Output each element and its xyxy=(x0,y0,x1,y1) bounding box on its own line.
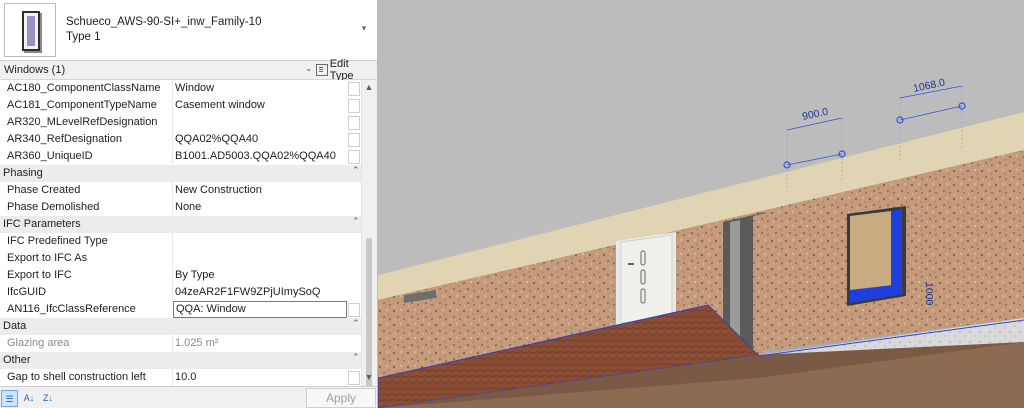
property-checkbox[interactable] xyxy=(348,371,360,385)
model-view[interactable]: 900.0 1068.0 1000 xyxy=(378,0,1024,408)
type-name: Type 1 xyxy=(66,31,101,43)
type-selector[interactable]: Schueco_AWS-90-SI+_inw_Family-10 Type 1 … xyxy=(0,0,377,61)
property-name: Phase Created xyxy=(7,184,81,196)
group-label: IFC Parameters xyxy=(3,218,81,230)
entrance-door[interactable] xyxy=(620,234,673,324)
property-value[interactable]: None xyxy=(175,201,201,213)
property-row[interactable]: Export to IFC By Type xyxy=(0,267,361,285)
property-row[interactable]: AR320_MLevelRefDesignation xyxy=(0,114,361,132)
property-value[interactable]: B1001.AD5003.QQA02%QQA40 xyxy=(175,150,336,162)
scrollbar-thumb[interactable] xyxy=(366,238,372,388)
group-data[interactable]: Data ⌃ xyxy=(0,318,361,336)
property-value[interactable]: 10.0 xyxy=(175,371,196,383)
property-name: Export to IFC As xyxy=(7,252,88,264)
collapse-icon[interactable]: ⌃ xyxy=(352,216,360,227)
property-checkbox[interactable] xyxy=(348,116,360,130)
property-row[interactable]: Glazing area 1.025 m² xyxy=(0,335,361,353)
scroll-down-icon[interactable]: ▼ xyxy=(364,372,374,382)
wall-pier xyxy=(753,213,766,360)
property-name: Gap to shell construction left xyxy=(7,371,146,383)
property-checkbox[interactable] xyxy=(348,150,360,164)
instance-filter-label[interactable]: Windows (1) xyxy=(4,64,65,76)
chevron-down-icon[interactable]: ⌄ xyxy=(305,63,313,74)
group-label: Other xyxy=(3,354,31,366)
property-checkbox[interactable] xyxy=(348,133,360,147)
edit-type-button[interactable]: Edit Type xyxy=(316,58,374,82)
group-phasing[interactable]: Phasing ⌃ xyxy=(0,165,361,183)
property-grid: AC180_ComponentClassName Window AC181_Co… xyxy=(0,80,361,386)
group-ifc-parameters[interactable]: IFC Parameters ⌃ xyxy=(0,216,361,234)
property-checkbox[interactable] xyxy=(348,99,360,113)
collapse-icon[interactable]: ⌃ xyxy=(352,318,360,329)
property-value[interactable]: New Construction xyxy=(175,184,262,196)
sort-descending-icon[interactable]: Z↓ xyxy=(40,390,56,406)
property-value[interactable]: Window xyxy=(175,82,214,94)
collapse-icon[interactable]: ⌃ xyxy=(352,352,360,363)
property-value[interactable]: 04zeAR2F1FW9ZPjUImySoQ xyxy=(175,286,320,298)
property-value[interactable]: By Type xyxy=(175,269,215,281)
property-name: IFC Predefined Type xyxy=(7,235,108,247)
window-frame-highlight xyxy=(891,209,902,295)
property-value: QQA: Window xyxy=(176,303,246,315)
properties-footer: ☰ A↓ Z↓ Apply xyxy=(0,386,377,408)
property-row[interactable]: AC181_ComponentTypeName Casement window xyxy=(0,97,361,115)
property-row[interactable]: Export to IFC As xyxy=(0,250,361,268)
property-name: AR340_RefDesignation xyxy=(7,133,122,145)
edit-type-label: Edit Type xyxy=(329,58,354,82)
property-row[interactable]: Phase Demolished None xyxy=(0,199,361,217)
property-row[interactable]: Gap to shell construction left 10.0 xyxy=(0,369,361,386)
apply-button[interactable]: Apply xyxy=(306,388,376,408)
dimension-side[interactable]: 1000 xyxy=(923,282,935,306)
property-row[interactable]: AR340_RefDesignation QQA02%QQA40 xyxy=(0,131,361,149)
property-row[interactable]: AN116_IfcClassReference QQA: Window xyxy=(0,301,361,319)
property-checkbox[interactable] xyxy=(348,82,360,96)
window-type-thumbnail-icon xyxy=(4,3,56,57)
property-value[interactable]: QQA02%QQA40 xyxy=(175,133,258,145)
property-name: AC181_ComponentTypeName xyxy=(7,99,157,111)
property-name: Phase Demolished xyxy=(7,201,100,213)
group-other[interactable]: Other ⌃ xyxy=(0,352,361,370)
type-family-name: Schueco_AWS-90-SI+_inw_Family-10 xyxy=(66,16,262,28)
property-scrollbar[interactable]: ▲ ▼ xyxy=(361,80,377,388)
property-name: IfcGUID xyxy=(7,286,47,298)
3d-viewport[interactable]: 900.0 1068.0 1000 xyxy=(378,0,1024,408)
properties-panel: Schueco_AWS-90-SI+_inw_Family-10 Type 1 … xyxy=(0,0,378,408)
property-name: Glazing area xyxy=(7,337,70,349)
property-row[interactable]: AR360_UniqueID B1001.AD5003.QQA02%QQA40 xyxy=(0,148,361,166)
edit-type-icon xyxy=(316,64,328,76)
sort-ascending-icon[interactable]: A↓ xyxy=(21,390,37,406)
sort-categorized-icon[interactable]: ☰ xyxy=(1,390,18,407)
property-value[interactable]: Casement window xyxy=(175,99,265,111)
property-row[interactable]: IfcGUID 04zeAR2F1FW9ZPjUImySoQ xyxy=(0,284,361,302)
group-label: Phasing xyxy=(3,167,43,179)
property-row[interactable]: IFC Predefined Type xyxy=(0,233,361,251)
property-row[interactable]: Phase Created New Construction xyxy=(0,182,361,200)
scroll-up-icon[interactable]: ▲ xyxy=(364,82,374,92)
chevron-down-icon[interactable]: ▾ xyxy=(359,23,369,33)
property-name: AC180_ComponentClassName xyxy=(7,82,161,94)
property-name: AR360_UniqueID xyxy=(7,150,93,162)
collapse-icon[interactable]: ⌃ xyxy=(352,165,360,176)
property-checkbox[interactable] xyxy=(348,303,360,317)
property-name: Export to IFC xyxy=(7,269,72,281)
property-name: AR320_MLevelRefDesignation xyxy=(7,116,158,128)
instance-filter: Windows (1) ⌄ Edit Type xyxy=(0,58,377,82)
property-value: 1.025 m² xyxy=(175,337,219,349)
dimension-text[interactable]: 1000 xyxy=(923,282,935,306)
property-row[interactable]: AC180_ComponentClassName Window xyxy=(0,80,361,98)
group-label: Data xyxy=(3,320,27,332)
property-value-input[interactable]: QQA: Window xyxy=(173,301,347,318)
property-name: AN116_IfcClassReference xyxy=(7,303,136,315)
